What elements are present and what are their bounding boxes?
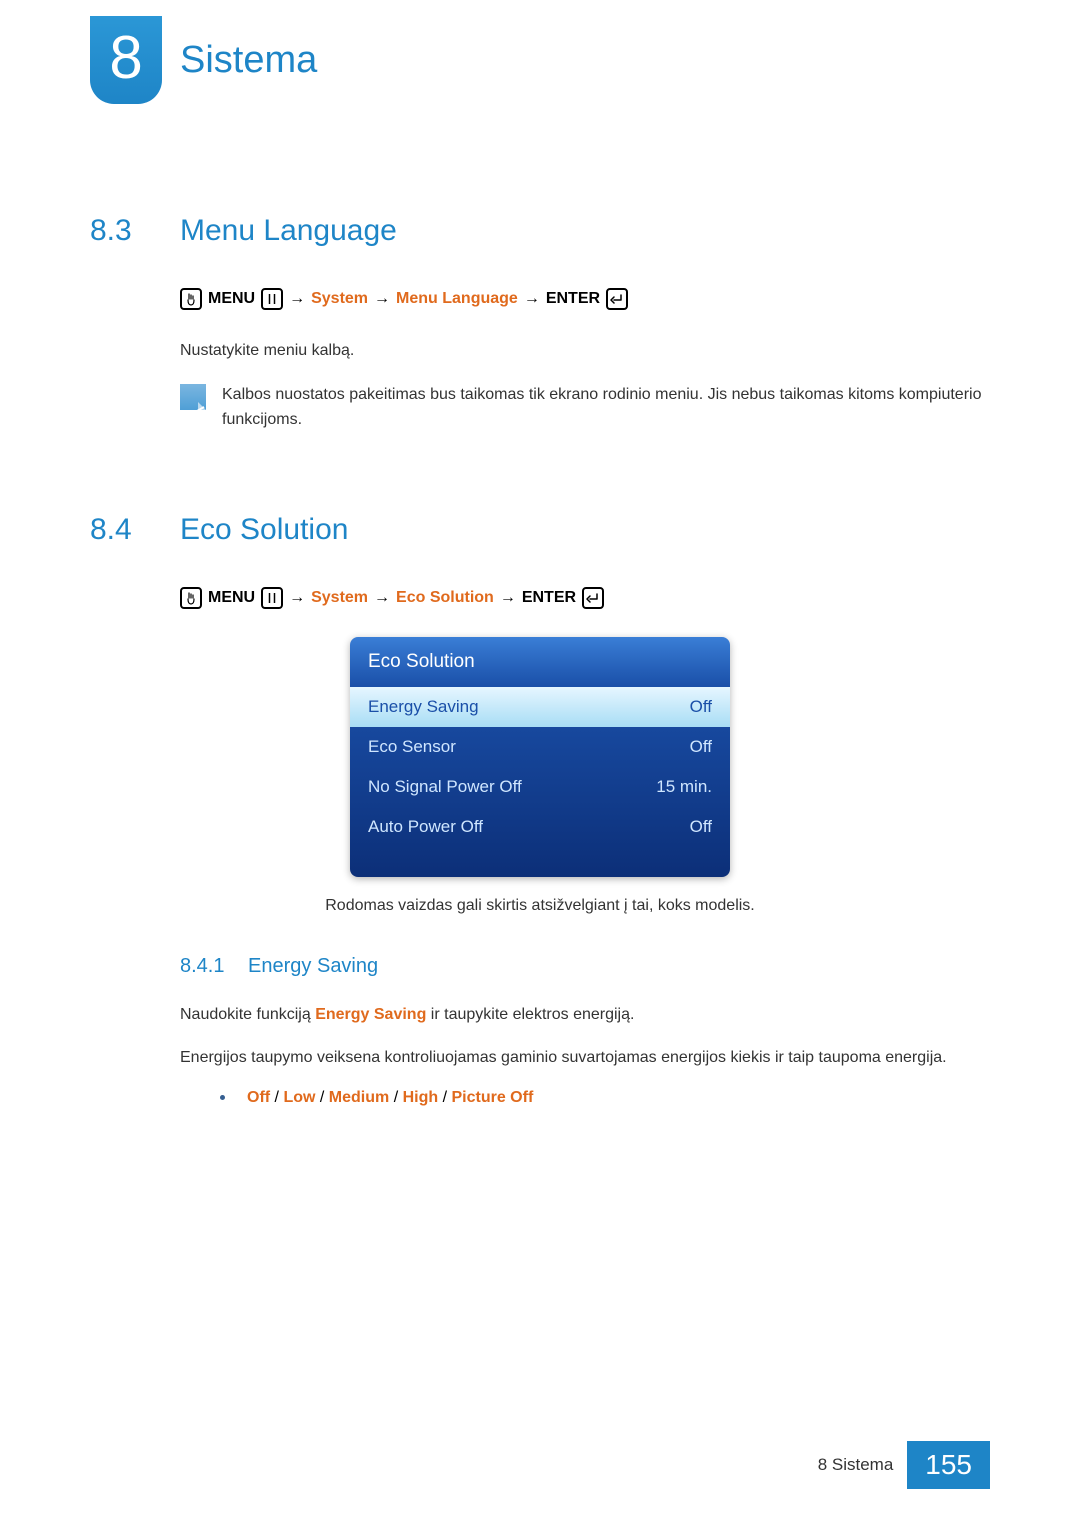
subsection-number: 8.4.1 (180, 955, 224, 977)
arrow-icon: → (500, 589, 516, 607)
chapter-number-badge: 8 (90, 16, 162, 104)
osd-row-label: Eco Sensor (368, 737, 456, 757)
osd-row[interactable]: Auto Power Off Off (350, 807, 730, 847)
osd-row-label: No Signal Power Off (368, 777, 522, 797)
option: Low (283, 1089, 315, 1106)
option: High (403, 1089, 439, 1106)
hand-icon (180, 288, 202, 310)
path-system: System (311, 290, 368, 308)
arrow-icon: → (374, 290, 390, 308)
note-icon (180, 384, 206, 410)
enter-icon (582, 587, 604, 609)
subsection-title: Energy Saving (248, 955, 378, 977)
bullet-icon (220, 1095, 225, 1100)
option: Off (247, 1089, 270, 1106)
option: Medium (329, 1089, 389, 1106)
osd-row-label: Energy Saving (368, 697, 479, 717)
section-heading: 8.3 Menu Language (90, 214, 990, 248)
separator: / (389, 1089, 402, 1106)
emphasis: Energy Saving (315, 1006, 426, 1023)
osd-title: Eco Solution (350, 637, 730, 687)
path-enter: ENTER (546, 290, 600, 308)
path-eco-solution: Eco Solution (396, 589, 494, 607)
section-eco-solution: 8.4 Eco Solution MENU → System → Eco Sol… (90, 513, 990, 1107)
section-menu-language: 8.3 Menu Language MENU → System → Menu L… (90, 214, 990, 433)
footer-label: 8 Sistema (818, 1455, 908, 1475)
osd-body: Energy Saving Off Eco Sensor Off No Signal P… (350, 687, 730, 877)
option: Picture Off (451, 1089, 533, 1106)
osd-row[interactable]: Eco Sensor Off (350, 727, 730, 767)
section-title: Menu Language (180, 214, 397, 248)
note-text: Kalbos nuostatos pakeitimas bus taikomas… (222, 382, 990, 433)
osd-panel: Eco Solution Energy Saving Off Eco Sensor O… (350, 637, 730, 877)
osd-row-value: Off (690, 817, 712, 837)
separator: / (270, 1089, 283, 1106)
osd-caption: Rodomas vaizdas gali skirtis atsižvelgia… (90, 897, 990, 915)
arrow-icon: → (289, 290, 305, 308)
grid-icon (261, 587, 283, 609)
note: Kalbos nuostatos pakeitimas bus taikomas… (180, 382, 990, 433)
section-title: Eco Solution (180, 513, 348, 547)
menu-path: MENU → System → Eco Solution → ENTER (180, 587, 990, 609)
path-enter: ENTER (522, 589, 576, 607)
menu-path: MENU → System → Menu Language → ENTER (180, 288, 990, 310)
osd-row-value: 15 min. (656, 777, 712, 797)
footer: 8 Sistema 155 (818, 1441, 990, 1489)
subsection-heading: 8.4.1 Energy Saving (180, 955, 990, 978)
hand-icon (180, 587, 202, 609)
text: Naudokite funkciją (180, 1006, 315, 1023)
text: ir taupykite elektros energiją. (426, 1006, 634, 1023)
enter-icon (606, 288, 628, 310)
arrow-icon: → (524, 290, 540, 308)
arrow-icon: → (289, 589, 305, 607)
osd-row-value: Off (690, 697, 712, 717)
osd-row-label: Auto Power Off (368, 817, 483, 837)
path-system: System (311, 589, 368, 607)
path-menu-language: Menu Language (396, 290, 518, 308)
osd-row-value: Off (690, 737, 712, 757)
separator: / (315, 1089, 328, 1106)
chapter-title: Sistema (180, 39, 317, 82)
path-menu: MENU (208, 589, 255, 607)
grid-icon (261, 288, 283, 310)
section-number: 8.4 (90, 513, 150, 547)
chapter-header: 8 Sistema (90, 16, 990, 104)
body-text: Energijos taupymo veiksena kontroliuojam… (180, 1045, 990, 1071)
body-text: Nustatykite meniu kalbą. (180, 338, 990, 364)
osd-row[interactable]: No Signal Power Off 15 min. (350, 767, 730, 807)
arrow-icon: → (374, 589, 390, 607)
path-menu: MENU (208, 290, 255, 308)
section-heading: 8.4 Eco Solution (90, 513, 990, 547)
footer-page-number: 155 (907, 1441, 990, 1489)
separator: / (438, 1089, 451, 1106)
section-number: 8.3 (90, 214, 150, 248)
body-text: Naudokite funkciją Energy Saving ir taup… (180, 1002, 990, 1028)
osd-row[interactable]: Energy Saving Off (350, 687, 730, 727)
options-list: Off / Low / Medium / High / Picture Off (220, 1089, 990, 1107)
